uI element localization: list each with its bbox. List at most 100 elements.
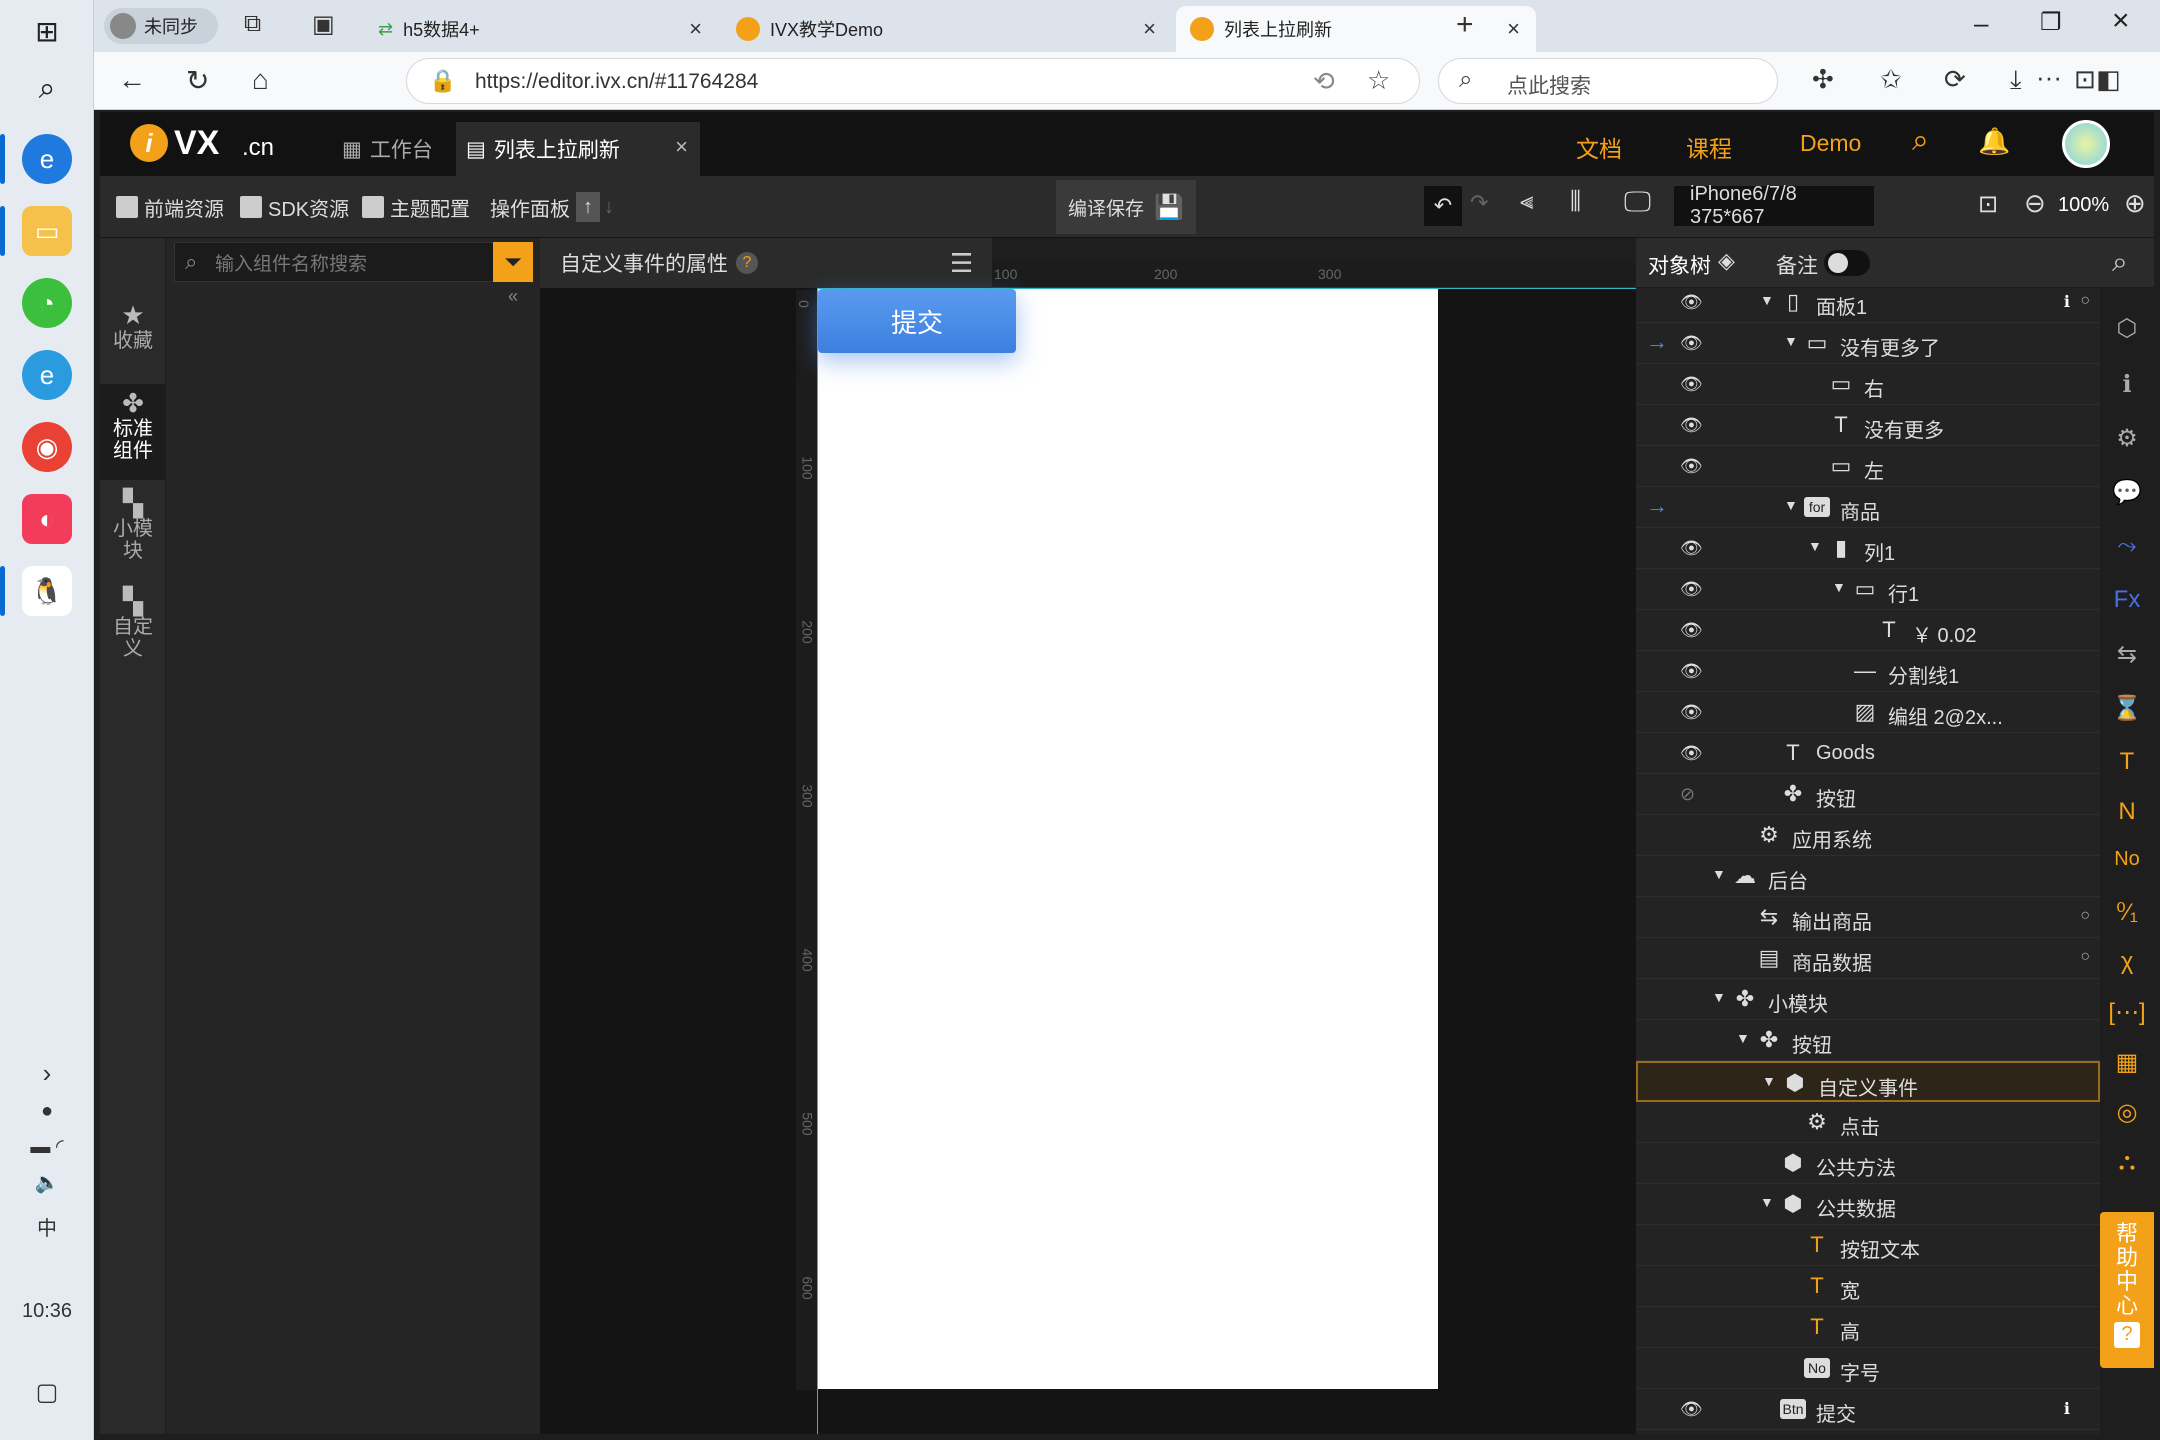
more-menu-icon[interactable]: ··· [2036, 62, 2062, 93]
transfer-icon[interactable]: ⇆ [2100, 640, 2154, 669]
profile-button[interactable]: 未同步 [104, 8, 218, 44]
chat-icon[interactable]: 💬 [2100, 478, 2154, 507]
refresh-icon[interactable]: ↻ [186, 64, 209, 97]
search-icon[interactable]: ⌕ [1912, 124, 1929, 158]
caret-down-icon[interactable]: ▼ [1808, 538, 1822, 554]
nav-small-modules[interactable]: ▚ 小模块 [100, 490, 166, 562]
tree-row[interactable]: 👁 T 没有更多 [1636, 405, 2100, 446]
minimize-icon[interactable]: – [1974, 8, 1988, 39]
eye-icon[interactable]: 👁 [1680, 661, 1703, 682]
caret-down-icon[interactable]: ▼ [1736, 1030, 1750, 1046]
tab-h5[interactable]: ⇄ h5数据4+ × [364, 6, 718, 52]
tab-workbench[interactable]: ▦ 工作台 [330, 122, 454, 176]
close-icon[interactable]: × [689, 16, 702, 42]
tree-row[interactable]: T高 [1636, 1307, 2100, 1348]
device-select[interactable]: iPhone6/7/8 375*667 [1674, 183, 1874, 228]
windows-icon[interactable]: ⊞ [22, 6, 72, 56]
undo-icon[interactable]: ↶ [1424, 186, 1462, 226]
eye-icon[interactable]: 👁 [1680, 292, 1703, 313]
qq-tray-icon[interactable]: ● [0, 1100, 94, 1123]
ops-panel-button[interactable]: 操作面板 ↑ ↓ [490, 176, 614, 238]
tree-row[interactable]: 👁 ▨ 编组 2@2x... [1636, 692, 2100, 733]
screenshot-icon[interactable]: ⊡ [2074, 64, 2096, 95]
collections-icon[interactable]: ⧉ [244, 10, 261, 38]
front-resources-button[interactable]: 前端资源 [116, 176, 224, 238]
demo-link[interactable]: Demo [1800, 130, 1861, 157]
user-avatar[interactable] [2062, 120, 2110, 168]
favorites-icon[interactable]: ✩ [1880, 64, 1902, 95]
tree-row[interactable]: 👁 ▭ 右 [1636, 364, 2100, 405]
search-icon[interactable]: ⌕ [22, 64, 72, 114]
arrow-down-icon[interactable]: ↓ [604, 196, 614, 219]
compile-save-button[interactable]: 编译保存 💾 [1056, 180, 1196, 234]
tree-row[interactable]: 👁 T Goods [1636, 733, 2100, 774]
ie-icon[interactable]: e [22, 350, 72, 400]
tree-row[interactable]: ⇆ 输出商品 ○ [1636, 897, 2100, 938]
extensions-icon[interactable]: ✣ [1812, 64, 1834, 95]
caret-down-icon[interactable]: ▼ [1712, 989, 1726, 1005]
wechat-icon[interactable]: ◔ [22, 278, 72, 328]
ime-indicator[interactable]: 中 [0, 1212, 94, 1241]
caret-down-icon[interactable]: ▼ [1784, 497, 1798, 513]
search-icon[interactable]: ⌕ [2112, 246, 2128, 279]
tree-row[interactable]: T宽 [1636, 1266, 2100, 1307]
tree-row[interactable]: T 按钮文本 [1636, 1225, 2100, 1266]
tree-row[interactable]: 👁 T ￥ 0.02 [1636, 610, 2100, 651]
download-icon[interactable]: ⤓ [2010, 64, 2022, 96]
text-type-icon[interactable]: T [2100, 748, 2154, 776]
info-icon[interactable]: ℹ [2064, 292, 2070, 312]
tree-row[interactable]: ⚙ 应用系统 [1636, 815, 2100, 856]
caret-down-icon[interactable]: ▼ [1762, 1073, 1776, 1089]
clock[interactable]: 10:36 [0, 1300, 94, 1323]
device-icon[interactable]: 🖵 [1624, 186, 1651, 219]
zoom-out-icon[interactable]: ⊖ [2024, 188, 2046, 219]
number-type-icon[interactable]: N [2100, 798, 2154, 826]
courses-link[interactable]: 课程 [1686, 130, 1732, 164]
translate-icon[interactable]: ⟲ [1313, 66, 1335, 97]
tree-row[interactable]: ⚙ 点击 [1636, 1102, 2100, 1143]
distribute-icon[interactable]: ⫼ [1570, 188, 1581, 216]
close-icon[interactable]: × [1507, 16, 1520, 42]
eye-icon[interactable]: 👁 [1680, 538, 1703, 559]
app-icon[interactable]: ◐ [22, 494, 72, 544]
tree-row[interactable]: No 字号 [1636, 1348, 2100, 1389]
tree-row[interactable]: ▼ ⬢ 自定义事件 [1636, 1061, 2100, 1102]
home-icon[interactable]: ⌂ [252, 64, 269, 96]
close-icon[interactable]: × [675, 134, 688, 160]
tree-row[interactable]: ▤ 商品数据 ○ [1636, 938, 2100, 979]
eye-off-icon[interactable]: ⊘ [1680, 784, 1695, 805]
tree-row[interactable]: 👁 ▼ ▮ 列1 [1636, 528, 2100, 569]
eye-icon[interactable]: 👁 [1680, 1399, 1703, 1420]
redo-icon[interactable]: ↷ [1470, 190, 1488, 216]
tree-row[interactable]: → ▼ for 商品 [1636, 487, 2100, 528]
tree-row[interactable]: 👁 ▼ ▭ 行1 [1636, 569, 2100, 610]
chrome-icon[interactable]: ◉ [22, 422, 72, 472]
array-type-icon[interactable]: [⋯] [2100, 998, 2154, 1027]
number-no-icon[interactable]: No [2100, 848, 2154, 871]
tab-current-project[interactable]: ▤ 列表上拉刷新 × [456, 122, 700, 176]
caret-down-icon[interactable]: ▼ [1760, 1194, 1774, 1210]
cube-icon[interactable]: ⬡ [2100, 314, 2154, 343]
restore-icon[interactable]: ❐ [2040, 8, 2062, 37]
info-icon[interactable]: ℹ [2100, 370, 2154, 399]
boolean-type-icon[interactable]: ⁰∕₁ [2100, 898, 2154, 927]
tab-list-refresh[interactable]: 列表上拉刷新 × [1176, 6, 1536, 52]
component-settings-icon[interactable]: ⚙ [2100, 424, 2154, 453]
tree-row[interactable]: 👁 ▼ ▯ 面板1 ℹ ○ [1636, 288, 2100, 323]
ivx-logo-icon[interactable]: i [130, 124, 168, 162]
file-explorer-icon[interactable]: ▭ [22, 206, 72, 256]
network-type-icon[interactable]: ⛬ [2100, 1148, 2154, 1176]
object-type-icon[interactable]: ◎ [2100, 1098, 2154, 1127]
url-field[interactable]: 🔒 https://editor.ivx.cn/#11764284 ⟲ ☆ [406, 58, 1420, 104]
tree-row[interactable]: ⬢ 公共方法 [1636, 1143, 2100, 1184]
flow-icon[interactable]: ⤳ [2100, 532, 2154, 560]
close-icon[interactable]: × [1143, 16, 1156, 42]
collapse-icon[interactable]: « [508, 286, 518, 307]
eye-icon[interactable]: 👁 [1680, 579, 1703, 600]
sdk-resources-button[interactable]: SDK资源 [240, 176, 349, 238]
favorite-icon[interactable]: ☆ [1367, 65, 1390, 96]
menu-icon[interactable]: ☰ [950, 248, 973, 279]
filter-button[interactable]: ⏷ [493, 242, 533, 282]
back-icon[interactable]: ← [118, 64, 146, 96]
eye-icon[interactable]: 👁 [1680, 702, 1703, 723]
